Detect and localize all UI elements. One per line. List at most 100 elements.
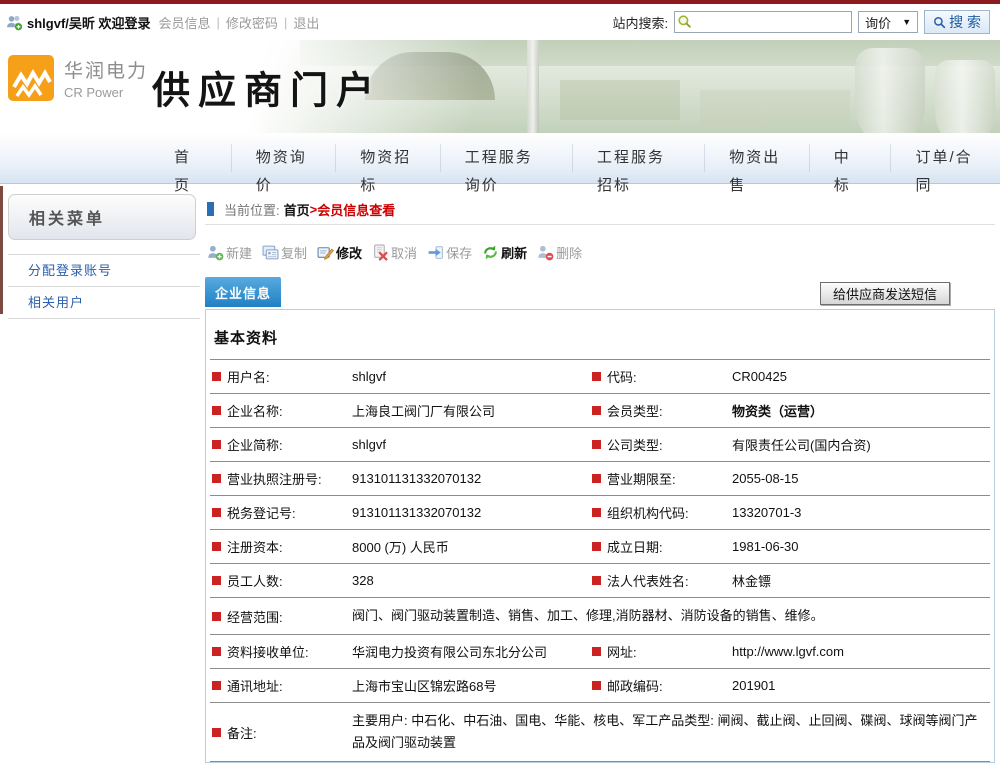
topbar-links: 会员信息|修改密码|退出 [155,13,324,32]
modify-toolbar-button[interactable]: 修改 [317,243,362,262]
tab-row: 企业信息 给供应商发送短信 [205,277,995,307]
field-label: 经营范围: [212,607,352,626]
main-nav: 首 页物资询价物资招标工程服务询价工程服务招标物资出售中 标订单/合同 [0,133,1000,184]
field-value: 阀门、阀门驱动装置制造、销售、加工、修理,消防器材、消防设备的销售、维修。 [352,605,988,627]
sidebar-item[interactable]: 相关用户 [8,286,200,319]
field-label: 代码: [592,367,732,386]
search-button[interactable]: 搜 索 [924,10,990,34]
cr-power-logo-icon [8,55,54,101]
field-value: shlgvf [352,369,592,384]
main-area: 当前位置: 首页 > 会员信息查看 新建复制 修改 取消 保存 刷新 删除 企业信息 给供… [200,194,1000,763]
sidebar-items: 分配登录账号相关用户 [8,254,200,319]
field-value: 上海市宝山区锦宏路68号 [352,676,592,695]
bullet-square-icon [212,474,221,483]
bullet-square-icon [592,576,601,585]
bullet-square-icon [212,576,221,585]
breadcrumb-current-link[interactable]: 会员信息查看 [317,200,395,219]
refresh-toolbar-button[interactable]: 刷新 [482,243,527,262]
field-value: 林金镖 [732,571,972,590]
sidebar: 相关菜单 分配登录账号相关用户 [0,194,200,763]
toolbar-button-label: 删除 [556,243,582,262]
users-icon [6,14,23,31]
field-label: 网址: [592,642,732,661]
bullet-square-icon [592,372,601,381]
toolbar-button-label: 保存 [446,243,472,262]
field-value: 913101131332070132 [352,471,592,486]
page-title: 供应商门户 [152,59,382,114]
site-search-label: 站内搜索: [612,13,668,32]
field-label: 企业名称: [212,401,352,420]
toolbar-button-label: 刷新 [501,243,527,262]
breadcrumb-separator: > [310,202,318,217]
field-value: 913101131332070132 [352,505,592,520]
field-value: 主要用户: 中石化、中石油、国电、华能、核电、军工产品类型: 闸阀、截止阀、止回… [352,710,988,754]
breadcrumb-home-link[interactable]: 首页 [284,200,310,219]
field-value: 201901 [732,678,972,693]
nav-item[interactable]: 订单/合同 [890,144,1000,172]
nav-item[interactable]: 工程服务招标 [572,144,704,172]
site-search-input[interactable] [674,11,852,33]
brand-name-en: CR Power [64,85,148,100]
toolbar-button-label: 取消 [391,243,417,262]
copy-toolbar-button: 复制 [262,243,307,262]
brand-name-cn: 华润电力 [64,56,148,83]
topbar-link[interactable]: 会员信息 [159,13,211,32]
search-category-select[interactable]: 询价 ▼ [858,11,918,33]
toolbar-button-label: 新建 [226,243,252,262]
info-row: 税务登记号:913101131332070132组织机构代码:13320701-… [210,496,990,530]
modify-icon [317,244,334,261]
brand: 华润电力 CR Power [8,55,148,101]
field-label: 法人代表姓名: [592,571,732,590]
field-value: 有限责任公司(国内合资) [732,435,972,454]
search-icon [933,16,946,29]
bullet-square-icon [212,372,221,381]
topbar-link[interactable]: 退出 [293,13,319,32]
field-value: http://www.lgvf.com [732,644,972,659]
info-row: 员工人数:328法人代表姓名:林金镖 [210,564,990,598]
info-row: 注册资本:8000 (万) 人民币成立日期:1981-06-30 [210,530,990,564]
refresh-icon [482,244,499,261]
bullet-square-icon [592,542,601,551]
toolbar-button-label: 修改 [336,243,362,262]
field-label: 组织机构代码: [592,503,732,522]
tab-company-info[interactable]: 企业信息 [205,277,281,307]
nav-item[interactable]: 首 页 [150,144,231,172]
info-rows: 用户名:shlgvf代码:CR00425企业名称:上海良工阀门厂有限公司会员类型… [210,360,990,762]
nav-item[interactable]: 物资出售 [704,144,808,172]
field-label: 成立日期: [592,537,732,556]
new-icon [207,244,224,261]
field-value: 8000 (万) 人民币 [352,537,592,556]
breadcrumb: 当前位置: 首页 > 会员信息查看 [205,194,995,225]
field-label: 邮政编码: [592,676,732,695]
info-row: 营业执照注册号:913101131332070132营业期限至:2055-08-… [210,462,990,496]
save-icon [427,244,444,261]
nav-item[interactable]: 中 标 [809,144,891,172]
topbar-link[interactable]: 修改密码 [226,13,278,32]
bullet-square-icon [592,474,601,483]
bullet-square-icon [212,612,221,621]
field-label: 公司类型: [592,435,732,454]
field-value: shlgvf [352,437,592,452]
sidebar-item[interactable]: 分配登录账号 [8,254,200,286]
link-separator: | [217,15,220,30]
bullet-square-icon [212,406,221,415]
field-label: 备注: [212,723,352,742]
field-value: 2055-08-15 [732,471,972,486]
field-label: 企业简称: [212,435,352,454]
bullet-square-icon [212,440,221,449]
bullet-square-icon [212,681,221,690]
breadcrumb-marker-icon [207,202,214,216]
cancel-icon [372,244,389,261]
nav-item[interactable]: 物资招标 [335,144,439,172]
breadcrumb-prefix: 当前位置: [224,200,280,219]
field-label: 营业期限至: [592,469,732,488]
info-row: 用户名:shlgvf代码:CR00425 [210,360,990,394]
nav-item[interactable]: 工程服务询价 [440,144,572,172]
field-label: 营业执照注册号: [212,469,352,488]
field-value: CR00425 [732,369,972,384]
field-value: 上海良工阀门厂有限公司 [352,401,592,420]
nav-item[interactable]: 物资询价 [231,144,335,172]
bullet-square-icon [212,728,221,737]
send-sms-button[interactable]: 给供应商发送短信 [820,282,950,305]
bullet-square-icon [592,406,601,415]
